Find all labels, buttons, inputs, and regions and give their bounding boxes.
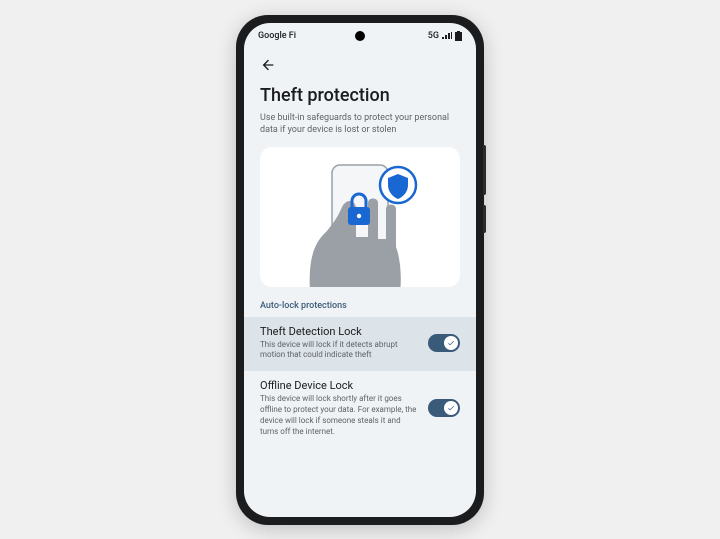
switch-thumb xyxy=(444,401,458,415)
side-button xyxy=(483,205,486,233)
offline-lock-switch[interactable] xyxy=(428,399,460,417)
back-button[interactable] xyxy=(258,55,278,75)
check-icon xyxy=(447,339,455,347)
section-label: Auto-lock protections xyxy=(260,301,460,311)
shield-icon xyxy=(380,167,416,203)
camera-punch xyxy=(355,31,365,41)
content: Theft protection Use built-in safeguards… xyxy=(244,77,476,448)
carrier-label: Google Fi xyxy=(258,31,296,41)
toggle-row-theft-detection[interactable]: Theft Detection Lock This device will lo… xyxy=(244,317,476,372)
toggle-title: Offline Device Lock xyxy=(260,379,418,392)
side-button xyxy=(483,145,486,195)
toggle-description: This device will lock shortly after it g… xyxy=(260,394,418,437)
switch-thumb xyxy=(444,336,458,350)
theft-detection-switch[interactable] xyxy=(428,334,460,352)
arrow-left-icon xyxy=(260,57,276,73)
back-row xyxy=(244,49,476,77)
toggle-row-offline-lock[interactable]: Offline Device Lock This device will loc… xyxy=(260,371,460,447)
page-title: Theft protection xyxy=(260,85,460,106)
theft-illustration xyxy=(260,147,460,287)
page-subtitle: Use built-in safeguards to protect your … xyxy=(260,112,460,137)
illustration-card xyxy=(260,147,460,287)
network-label: 5G xyxy=(428,31,439,41)
toggle-text: Theft Detection Lock This device will lo… xyxy=(260,325,418,362)
toggle-text: Offline Device Lock This device will loc… xyxy=(260,379,418,437)
check-icon xyxy=(447,404,455,412)
toggle-title: Theft Detection Lock xyxy=(260,325,418,338)
toggle-description: This device will lock if it detects abru… xyxy=(260,340,418,362)
phone-frame: Google Fi 5G Theft protection Use built-… xyxy=(236,15,484,525)
status-right: 5G xyxy=(428,31,462,41)
signal-icon xyxy=(442,32,452,40)
battery-icon xyxy=(455,31,462,41)
screen: Google Fi 5G Theft protection Use built-… xyxy=(244,23,476,517)
